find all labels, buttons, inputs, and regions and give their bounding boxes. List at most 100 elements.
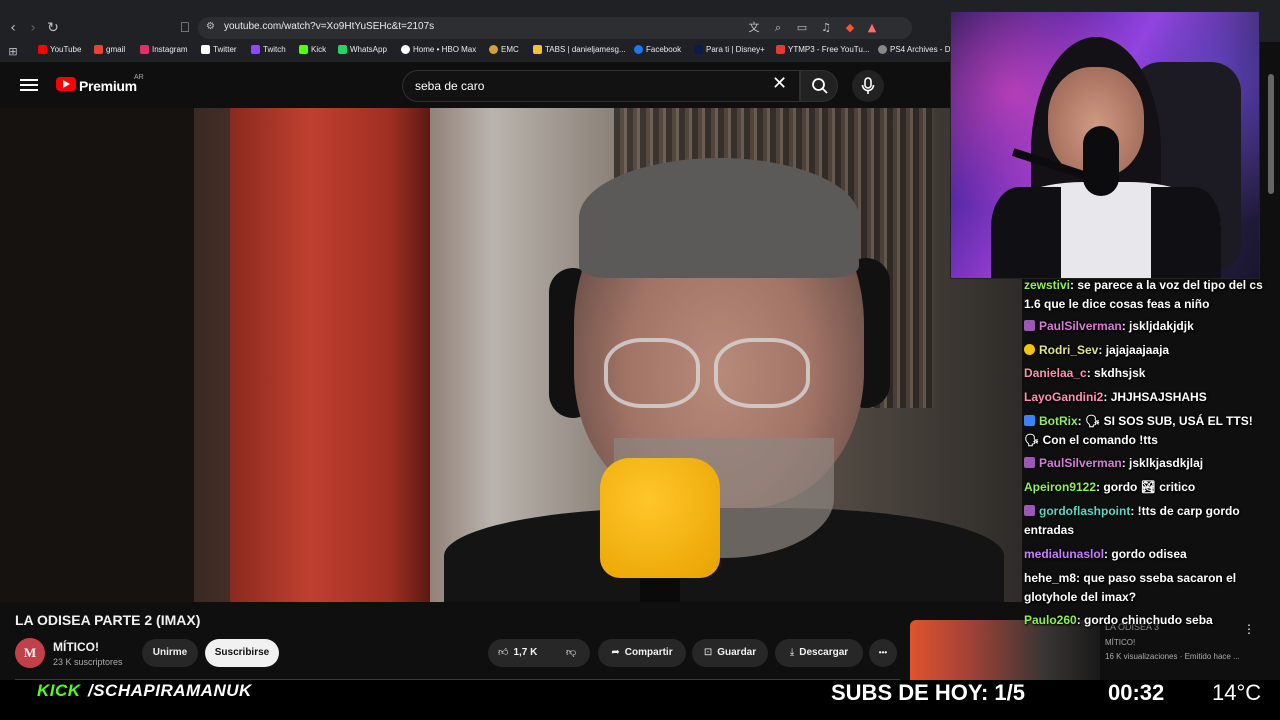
- search-button[interactable]: [800, 70, 838, 102]
- search-input[interactable]: seba de caro: [402, 70, 800, 102]
- bookmark-youtube[interactable]: YouTube: [38, 45, 81, 54]
- save-icon: ⊡: [703, 647, 713, 658]
- bookmark-facebook[interactable]: Facebook: [634, 45, 681, 54]
- bookmark-instagram[interactable]: Instagram: [140, 45, 188, 54]
- chat-message: zewstivi: se parece a la voz del tipo de…: [1024, 276, 1264, 314]
- subscriber-badge-icon: [1024, 505, 1035, 516]
- premium-logo-text[interactable]: Premium: [79, 78, 137, 94]
- chat-username: medialunaslol: [1024, 547, 1105, 561]
- kick-handle: /SCHAPIRAMANUK: [88, 681, 252, 700]
- arrow-right-icon[interactable]: ›: [26, 20, 40, 36]
- download-icon: ⤓: [789, 647, 795, 658]
- bookmark-twitter[interactable]: Twitter: [201, 45, 237, 54]
- reload-icon[interactable]: ↻: [46, 20, 60, 36]
- gift-badge-icon: [1024, 344, 1035, 355]
- page-scrollbar[interactable]: [1266, 62, 1276, 682]
- cast-icon[interactable]: ▭: [794, 20, 810, 36]
- bookmark-label: gmail: [106, 45, 126, 54]
- site-info-icon[interactable]: ⚙: [206, 21, 215, 32]
- chat-username: Rodri_Sev: [1039, 343, 1099, 357]
- streamer-jacket: [991, 187, 1061, 278]
- bookmark-label: YouTube: [50, 45, 82, 54]
- bookmark-label: WhatsApp: [350, 45, 387, 54]
- chat-message: PaulSilverman: jsklkjasdkjlaj: [1024, 454, 1264, 473]
- brave-shield-icon[interactable]: ◆: [842, 20, 858, 36]
- search-icon: [812, 78, 828, 94]
- bot-badge-icon: [1024, 415, 1035, 426]
- menu-icon[interactable]: [20, 76, 38, 92]
- microphone: [1083, 126, 1119, 196]
- thumbs-down-icon[interactable]: 👎︎: [566, 639, 576, 667]
- chat-text: : JHJHSAJSHAHS: [1103, 390, 1207, 404]
- ytmp3-icon: [776, 45, 785, 54]
- bookmark-ps4[interactable]: PS4 Archives - D: [878, 45, 950, 54]
- chat-text: : jajajaajaaja: [1098, 343, 1170, 357]
- bookmark-label: TABS | danieljamesg...: [545, 45, 626, 54]
- bookmarks-bar: ⊞ YouTube gmail Instagram Twitter Twitch…: [0, 42, 950, 62]
- like-dislike-group: 👍︎ 1,7 K 👎︎: [488, 639, 590, 667]
- arrow-left-icon[interactable]: ‹: [6, 20, 20, 36]
- close-icon[interactable]: ✕: [772, 74, 787, 94]
- save-label: Guardar: [717, 647, 757, 658]
- bookmark-icon[interactable]: ⎕: [178, 20, 192, 36]
- temperature: 14°C: [1212, 680, 1262, 705]
- kick-brand: KICK: [37, 681, 81, 700]
- bookmark-label: EMC: [501, 45, 519, 54]
- bookmark-tabs[interactable]: TABS | danieljamesg...: [533, 45, 626, 54]
- thumbs-up-icon[interactable]: 👍︎: [498, 647, 508, 658]
- recommended-channel: MÍTICO!: [1105, 638, 1136, 647]
- download-label: Descargar: [799, 647, 849, 658]
- chat-message: LayoGandini2: JHJHSAJSHAHS: [1024, 388, 1264, 407]
- chat-username: hehe_m8: [1024, 571, 1077, 585]
- scrollbar-thumb[interactable]: [1268, 74, 1274, 194]
- avatar[interactable]: M: [15, 638, 45, 668]
- mic-icon: [861, 77, 875, 94]
- bookmark-label: Twitch: [263, 45, 286, 54]
- bookmark-twitch[interactable]: Twitch: [251, 45, 286, 54]
- chat-text: : gordo odisea: [1104, 547, 1187, 561]
- video-player[interactable]: [0, 108, 1022, 602]
- subscriber-count: 23 K suscriptores: [53, 657, 123, 667]
- save-button[interactable]: ⊡ Guardar: [692, 639, 768, 667]
- share-label: Compartir: [624, 647, 673, 658]
- channel-name[interactable]: MÍTICO!: [53, 640, 99, 654]
- bookmark-whatsapp[interactable]: WhatsApp: [338, 45, 387, 54]
- stream-info-bar: KICK /SCHAPIRAMANUK SUBS DE HOY: 1/5 00:…: [0, 680, 1280, 720]
- bookmark-label: PS4 Archives - D: [890, 45, 951, 54]
- bookmark-hbo[interactable]: Home • HBO Max: [401, 45, 476, 54]
- gmail-icon: [94, 45, 103, 54]
- brave-rewards-icon[interactable]: ▲: [864, 20, 880, 36]
- apps-grid-icon[interactable]: ⊞: [6, 44, 20, 60]
- bookmark-emc[interactable]: EMC: [489, 45, 519, 54]
- subscribe-button[interactable]: Suscribirse: [205, 639, 279, 667]
- chat-username: Apeiron9122: [1024, 480, 1097, 494]
- bookmark-gmail[interactable]: gmail: [94, 45, 125, 54]
- chat-message: hehe_m8: que paso sseba sacaron el gloty…: [1024, 569, 1264, 607]
- bookmark-label: Home • HBO Max: [413, 45, 477, 54]
- share-button[interactable]: ➦ Compartir: [598, 639, 686, 667]
- glasses-lens: [604, 338, 700, 408]
- share-icon: ➦: [611, 647, 620, 658]
- youtube-icon: [38, 45, 47, 54]
- video-title: LA ODISEA PARTE 2 (IMAX): [15, 612, 201, 628]
- bookmark-ytmp3[interactable]: YTMP3 - Free YouTu...: [776, 45, 870, 54]
- zoom-icon[interactable]: ⌕: [770, 20, 786, 36]
- bookmark-kick[interactable]: Kick: [299, 45, 326, 54]
- youtube-logo-icon[interactable]: [56, 77, 76, 91]
- kick-icon: [299, 45, 308, 54]
- chat-text: : gordo 🏞 critico: [1096, 480, 1196, 494]
- video-info: LA ODISEA PARTE 2 (IMAX) M MÍTICO! 23 K …: [0, 602, 905, 680]
- bookmark-disney[interactable]: Para ti | Disney+: [694, 45, 765, 54]
- red-curtain: [230, 108, 430, 602]
- media-icon[interactable]: ♫: [818, 20, 834, 36]
- translate-icon[interactable]: 文: [746, 20, 762, 36]
- subscriber-badge-icon: [1024, 457, 1035, 468]
- youtube-header: Premium AR seba de caro ✕: [0, 62, 950, 108]
- like-count[interactable]: 1,7 K: [513, 647, 537, 658]
- ps4-icon: [878, 45, 887, 54]
- more-actions-button[interactable]: •••: [869, 639, 897, 667]
- download-button[interactable]: ⤓ Descargar: [775, 639, 863, 667]
- voice-search-button[interactable]: [852, 70, 884, 102]
- address-bar[interactable]: ⚙ youtube.com/watch?v=Xo9HtYuSEHc&t=2107…: [198, 17, 912, 39]
- join-button[interactable]: Unirme: [142, 639, 198, 667]
